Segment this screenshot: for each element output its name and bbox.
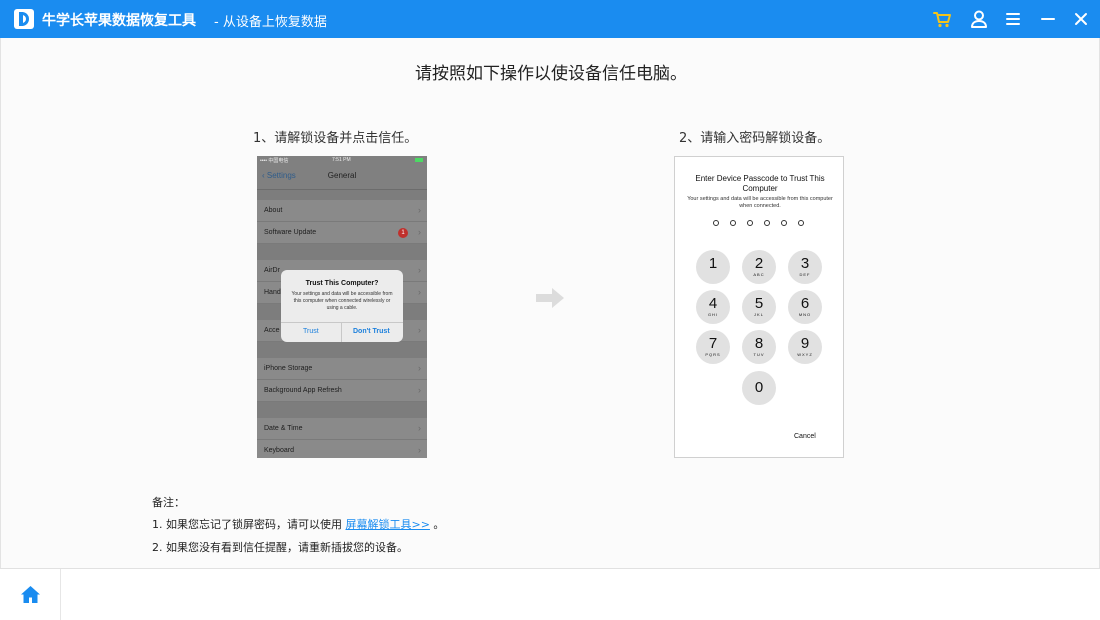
minimize-icon[interactable]: [1036, 7, 1060, 31]
cart-icon[interactable]: [930, 7, 954, 31]
page-heading: 请按照如下操作以使设备信任电脑。: [415, 64, 687, 84]
phone-nav-bar: ‹ Settings General: [257, 164, 427, 190]
app-logo-icon: [14, 9, 34, 29]
passcode-cancel: Cancel: [794, 433, 816, 440]
nav-title: General: [327, 171, 357, 180]
note-line-1: 1. 如果您忘记了锁屏密码，请可以使用 屏幕解锁工具>> 。: [152, 518, 445, 531]
keypad-key-2: 2 ABC: [742, 250, 776, 284]
list-item: About ›: [257, 200, 427, 222]
trust-dialog-title: Trust This Computer?: [305, 280, 379, 287]
menu-icon[interactable]: [1001, 7, 1025, 31]
trust-button: Trust: [303, 328, 319, 335]
app-title: 牛学长苹果数据恢复工具: [42, 13, 196, 29]
list-item: Date & Time ›: [257, 418, 427, 440]
home-icon: [21, 586, 40, 603]
trust-dialog-message: Your settings and data will be accessibl…: [291, 291, 393, 311]
keypad-key-9: 9 WXYZ: [788, 330, 822, 364]
passcode-title: Enter Device Passcode to Trust This Comp…: [695, 174, 825, 193]
notes-label: 备注：: [152, 496, 185, 509]
page-subtitle: - 从设备上恢复数据: [214, 15, 327, 30]
bottom-bar: [0, 568, 1100, 620]
list-item: Keyboard ›: [257, 440, 427, 458]
step-1-label: 1、请解锁设备并点击信任。: [253, 131, 418, 146]
keypad-key-1: 1: [696, 250, 730, 284]
keypad-key-5: 5 JKL: [742, 290, 776, 324]
keypad-key-8: 8 TUV: [742, 330, 776, 364]
dont-trust-button: Don't Trust: [353, 328, 390, 335]
user-icon[interactable]: [967, 7, 991, 31]
passcode-message: Your settings and data will be accessibl…: [687, 196, 833, 209]
passcode-dots: [713, 220, 808, 228]
arrow-right-icon: [534, 287, 566, 309]
passcode-screenshot: Enter Device Passcode to Trust This Comp…: [674, 156, 844, 458]
keypad-key-0: 0: [742, 371, 776, 405]
keypad-key-6: 6 MNO: [788, 290, 822, 324]
battery-icon: [415, 158, 423, 162]
close-icon[interactable]: [1069, 7, 1093, 31]
keypad-key-3: 3 DEF: [788, 250, 822, 284]
keypad-key-7: 7 PQRS: [696, 330, 730, 364]
title-bar: 牛学长苹果数据恢复工具 - 从设备上恢复数据: [0, 0, 1100, 38]
main-panel: 请按照如下操作以使设备信任电脑。 1、请解锁设备并点击信任。 2、请输入密码解锁…: [0, 38, 1100, 568]
list-item: Software Update 1 ›: [257, 222, 427, 244]
step-2-label: 2、请输入密码解锁设备。: [679, 131, 831, 146]
home-button[interactable]: [0, 569, 61, 620]
list-item: Background App Refresh ›: [257, 380, 427, 402]
phone-status-bar: •••• 中国电信 7:51 PM: [257, 156, 427, 164]
screen-unlock-link[interactable]: 屏幕解锁工具>>: [346, 518, 430, 531]
note-line-2: 2. 如果您没有看到信任提醒，请重新插拔您的设备。: [152, 541, 408, 554]
list-item: iPhone Storage ›: [257, 358, 427, 380]
trust-dialog: Trust This Computer? Your settings and d…: [281, 270, 403, 342]
keypad-key-4: 4 GHI: [696, 290, 730, 324]
update-badge: 1: [398, 228, 408, 238]
trust-dialog-screenshot: •••• 中国电信 7:51 PM ‹ Settings General Abo…: [257, 156, 427, 458]
